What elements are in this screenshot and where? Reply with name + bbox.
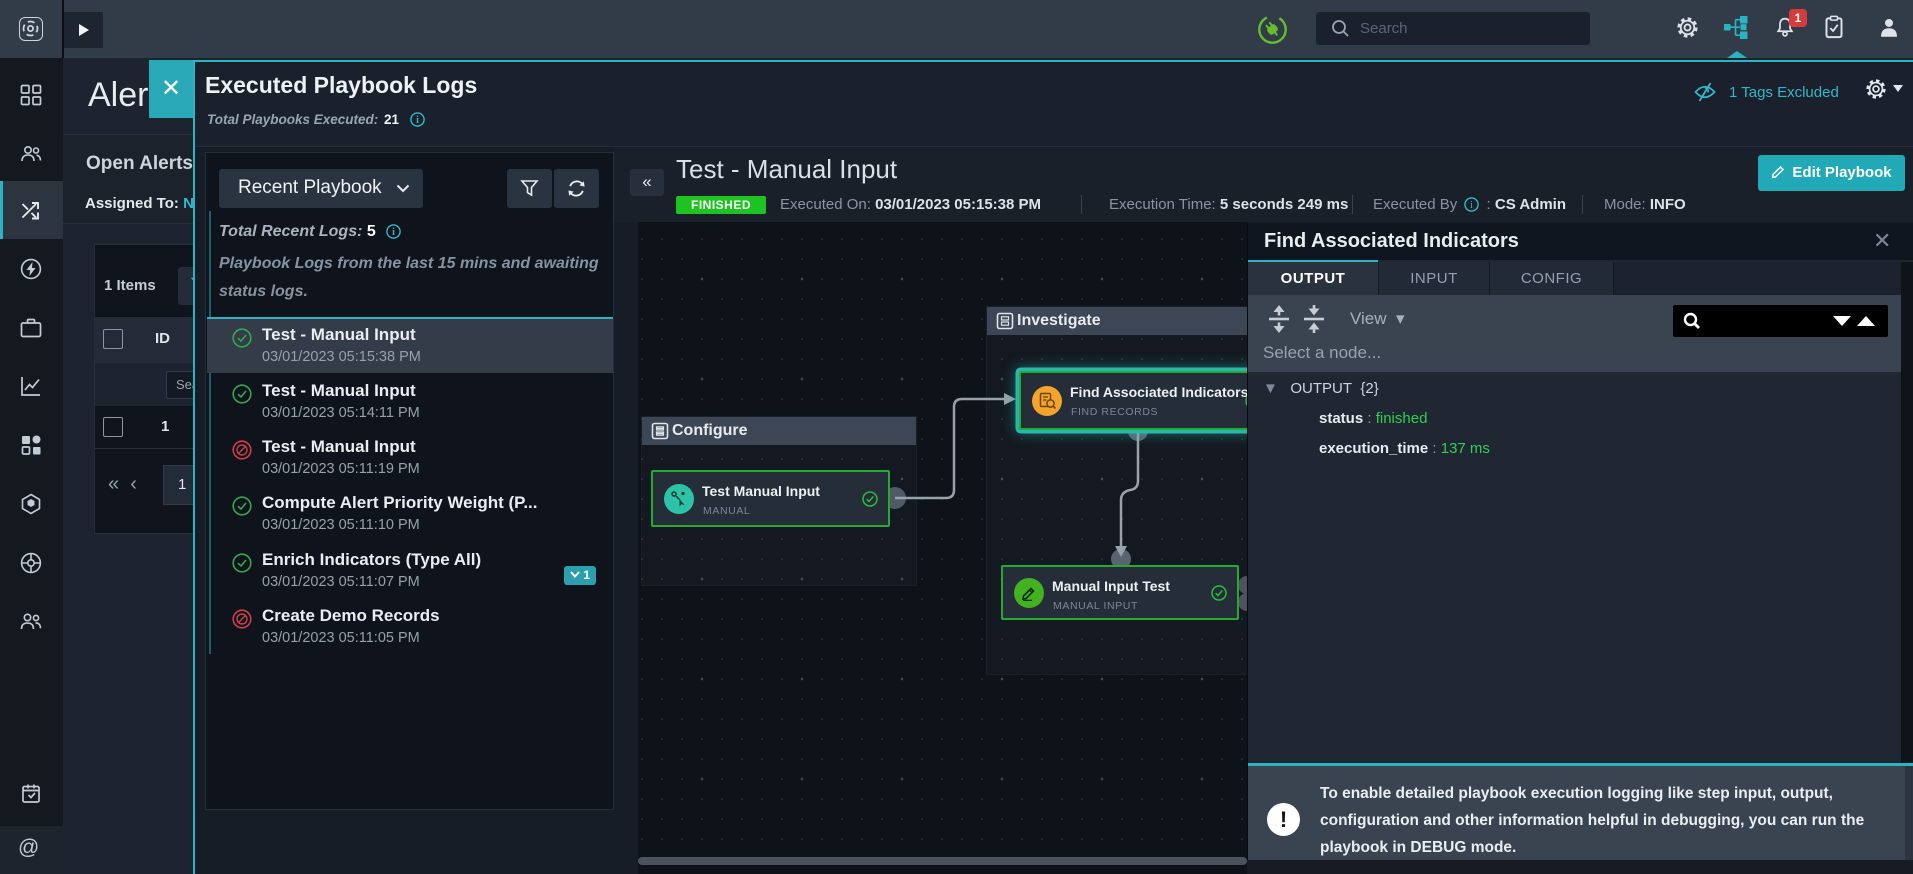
svg-text:i: i bbox=[416, 115, 419, 126]
svg-text:i: i bbox=[1471, 200, 1474, 211]
svg-text:i: i bbox=[392, 227, 395, 238]
